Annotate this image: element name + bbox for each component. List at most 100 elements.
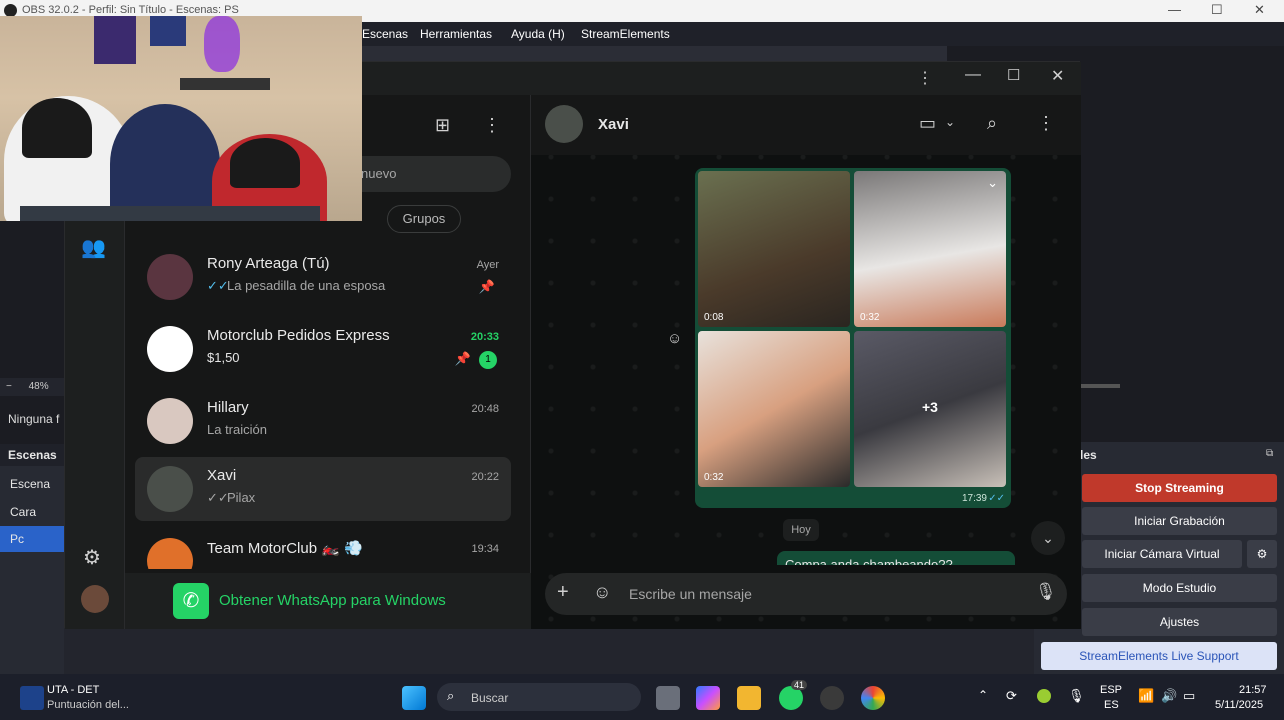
settings-button[interactable]: Ajustes [1082, 608, 1277, 636]
obs-taskbar-icon[interactable] [820, 686, 844, 710]
person-hair [230, 138, 300, 188]
chat-item-hillary[interactable]: Hillary La traición 20:48 [135, 389, 511, 453]
menu-escenas[interactable]: Escenas [362, 27, 408, 41]
pin-icon: 📌 [478, 279, 495, 294]
profile-avatar[interactable] [81, 585, 109, 613]
chat-preview: La traición [207, 422, 267, 437]
chat-name: Motorclub Pedidos Express [207, 327, 390, 344]
whatsapp-taskbar-icon[interactable]: 41 [779, 680, 808, 710]
studio-mode-button[interactable]: Modo Estudio [1082, 574, 1277, 602]
chevron-up-icon[interactable]: ⌃ [978, 688, 988, 702]
scene-item-escena[interactable]: Escena [10, 477, 50, 491]
image-thumbnail-more[interactable]: +3 [854, 331, 1006, 487]
chat-item-motorclub-pedidos[interactable]: Motorclub Pedidos Express $1,50 20:33 📌 … [135, 317, 511, 381]
pin-icon: 📌 [454, 351, 471, 366]
poster-image [94, 16, 136, 64]
zoom-level: 48% [28, 381, 49, 392]
new-chat-icon[interactable]: ⊞ [435, 115, 450, 136]
virtual-camera-settings-icon[interactable]: ⚙ [1247, 540, 1277, 568]
media-album-bubble[interactable]: 0:08 0:32 ⌄ 0:32 +3 17:39 ✓✓ [695, 168, 1011, 508]
attach-plus-icon[interactable]: + [557, 581, 569, 604]
chat-time: 19:34 [471, 543, 499, 555]
windows-start-icon[interactable] [402, 686, 426, 710]
taskbar-search[interactable]: ⌕ Buscar [437, 683, 641, 711]
news-subtitle: Puntuación del... [47, 699, 129, 711]
promo-banner[interactable]: ✆ Obtener WhatsApp para Windows [125, 573, 531, 629]
video-thumbnail[interactable]: 0:32 ⌄ [854, 171, 1006, 327]
chat-item-rony[interactable]: Rony Arteaga (Tú) ✓✓ La pesadilla de una… [135, 245, 511, 309]
read-ticks-icon: ✓✓ [988, 493, 1005, 504]
menu-ayuda[interactable]: Ayuda (H) [511, 27, 565, 41]
start-recording-button[interactable]: Iniciar Grabación [1082, 507, 1277, 535]
message-composer: + ☺ Escribe un mensaje 🎙 [545, 573, 1067, 615]
communities-icon[interactable]: 👥 [81, 235, 106, 260]
menu-streamelements[interactable]: StreamElements [581, 27, 670, 41]
microphone-icon[interactable]: 🎙 [1035, 582, 1057, 602]
obs-preview-right [1080, 66, 1284, 376]
chrome-icon[interactable] [861, 686, 885, 710]
volume-icon[interactable]: 🔊 [1161, 688, 1177, 704]
video-call-icon[interactable]: ▭ [919, 113, 936, 134]
contact-avatar[interactable] [545, 105, 583, 143]
whatsapp-logo-icon: ✆ [173, 583, 209, 619]
settings-gear-icon[interactable]: ⚙ [83, 545, 101, 570]
obs-window-title: OBS 32.0.2 - Perfil: Sin Título - Escena… [22, 4, 239, 16]
language-indicator[interactable]: ESP [1100, 684, 1122, 696]
scene-item-cara[interactable]: Cara [10, 505, 36, 519]
avatar [147, 254, 193, 300]
sync-icon[interactable]: ⟳ [1006, 688, 1017, 704]
sticker-icon[interactable]: ☺ [593, 582, 611, 603]
contact-name[interactable]: Xavi [598, 116, 629, 133]
tray-app-icon[interactable] [1037, 689, 1051, 703]
scenes-dock: Escenas Escena Cara Pc [0, 444, 64, 674]
filter-groups[interactable]: Grupos [387, 205, 461, 233]
laptop [20, 206, 320, 221]
search-placeholder: nuevo [361, 166, 397, 181]
battery-icon[interactable]: ▭ [1183, 688, 1195, 704]
maximize-icon[interactable]: ☐ [1007, 66, 1020, 84]
video-duration: 0:32 [860, 312, 880, 323]
chat-item-xavi[interactable]: Xavi ✓✓ Pilax 20:22 [135, 457, 511, 521]
close-icon[interactable]: ✕ [1051, 66, 1064, 86]
chevron-down-icon[interactable]: ⌄ [945, 115, 955, 129]
close-icon[interactable]: ✕ [1254, 2, 1265, 18]
chevron-down-icon[interactable]: ⌄ [987, 175, 998, 191]
menu-icon[interactable]: ⋮ [483, 115, 501, 136]
nba-news-icon[interactable] [20, 686, 44, 710]
minimize-icon[interactable]: — [965, 66, 981, 84]
file-explorer-icon[interactable] [737, 686, 761, 710]
zoom-minus-icon[interactable]: − [6, 381, 12, 392]
virtual-camera-button[interactable]: Iniciar Cámara Virtual [1082, 540, 1242, 568]
read-ticks-icon: ✓✓ [207, 278, 229, 293]
video-thumbnail[interactable]: 0:32 [698, 331, 850, 487]
search-label: Buscar [471, 691, 509, 705]
chat-item-team-motorclub[interactable]: Team MotorClub 🏍️ 💨 19:34 [135, 529, 511, 569]
menu-herramientas[interactable]: Herramientas [420, 27, 492, 41]
promo-text: Obtener WhatsApp para Windows [219, 592, 446, 609]
copilot-icon[interactable] [696, 686, 720, 710]
scroll-down-button[interactable]: ⌄ [1031, 521, 1065, 555]
person [110, 104, 220, 221]
menu-icon[interactable]: ⋮ [1037, 113, 1055, 134]
obs-scrollbar[interactable] [1080, 384, 1120, 388]
clock-time[interactable]: 21:57 [1239, 684, 1267, 696]
stop-streaming-button[interactable]: Stop Streaming [1082, 474, 1277, 502]
news-title[interactable]: UTA - DET [47, 684, 99, 696]
undock-icon[interactable]: ⧉ [1266, 448, 1273, 459]
maximize-icon[interactable]: ☐ [1211, 2, 1223, 18]
wifi-icon[interactable]: 📶 [1138, 688, 1154, 704]
microphone-icon[interactable]: 🎙 [1068, 688, 1085, 704]
streamelements-support-button[interactable]: StreamElements Live Support [1041, 642, 1277, 670]
chat-name: Xavi [207, 467, 237, 484]
minimize-icon[interactable]: — [1168, 2, 1181, 17]
video-duration: 0:32 [704, 472, 724, 483]
more-options-icon[interactable]: ⋮ [917, 68, 933, 88]
message-input[interactable]: Escribe un mensaje [629, 586, 752, 602]
search-icon[interactable]: ⌕ [987, 113, 997, 134]
message-bubble[interactable]: Compa anda chambeando?? [777, 551, 1015, 565]
conversation-header: Xavi ▭ ⌄ ⌕ ⋮ [531, 95, 1081, 155]
scene-item-pc[interactable]: Pc [0, 526, 64, 552]
video-thumbnail[interactable]: 0:08 [698, 171, 850, 327]
task-view-icon[interactable] [656, 686, 680, 710]
emoji-react-icon[interactable]: ☺ [667, 330, 682, 347]
